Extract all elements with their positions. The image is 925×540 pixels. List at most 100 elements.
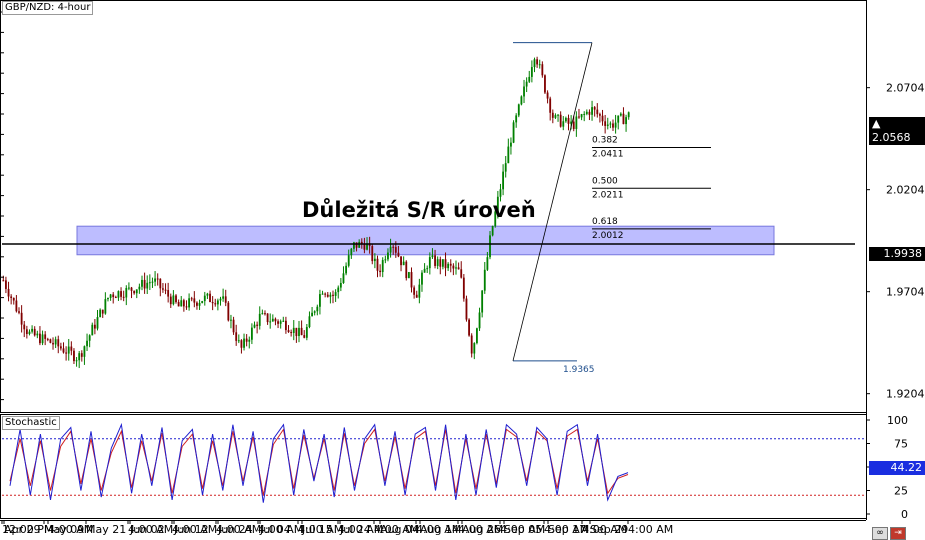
candle-body: [162, 288, 164, 290]
candle-body: [12, 297, 15, 301]
candle-body: [182, 300, 185, 307]
time-tick-label: Jul 04: [259, 523, 291, 535]
candle-body: [384, 259, 387, 261]
candle-body: [46, 338, 49, 340]
time-tick-label: Aug 26: [462, 523, 501, 535]
candle-body: [227, 302, 230, 321]
candle-body: [622, 113, 625, 125]
candle-body: [554, 115, 557, 118]
candle-body: [232, 319, 235, 333]
candle-body: [80, 353, 83, 357]
candle-body: [507, 146, 510, 164]
chart-title: GBP/NZD: 4-hour: [2, 1, 94, 15]
candle-body: [62, 348, 65, 353]
candle-body: [489, 235, 491, 258]
candle-body: [59, 346, 62, 349]
candle-body: [342, 273, 345, 283]
stoch-panel-frame: [0, 414, 867, 519]
candle-body: [326, 294, 329, 297]
candle-body: [572, 121, 575, 129]
candle-body: [612, 123, 614, 128]
candle-body: [528, 76, 531, 82]
candle-body: [130, 287, 133, 291]
candle-body: [287, 330, 290, 333]
candle-body: [319, 294, 321, 307]
candle-body: [282, 320, 285, 322]
candle-body: [324, 293, 327, 295]
candle-body: [313, 311, 316, 313]
candle-body: [258, 313, 261, 326]
candle-body: [609, 123, 612, 125]
candle-body: [515, 115, 518, 123]
candle-body: [418, 284, 421, 298]
time-tick-label: Sep 29: [590, 523, 628, 535]
candle-body: [148, 282, 151, 284]
chart-scroll-icon[interactable]: ∞: [872, 527, 888, 540]
candle-body: [277, 321, 279, 324]
candle-body: [201, 301, 204, 303]
candle-body: [65, 352, 68, 354]
candle-body: [18, 311, 20, 313]
candle-body: [462, 277, 465, 299]
candle-body: [468, 319, 470, 336]
candle-body: [279, 321, 282, 324]
candle-body: [245, 338, 248, 342]
candle-body: [261, 313, 264, 315]
candle-body: [193, 298, 196, 303]
candle-body: [544, 75, 546, 93]
candle-body: [580, 114, 583, 118]
candle-body: [41, 334, 44, 344]
candle-body: [156, 278, 159, 280]
candle-body: [57, 339, 60, 347]
candle-body: [219, 298, 222, 301]
candle-body: [146, 282, 149, 289]
chart-close-icon[interactable]: ⇥: [890, 527, 906, 540]
candle-body: [222, 296, 225, 299]
stoch-tick-label: 100: [887, 414, 908, 427]
candle-body: [91, 324, 94, 336]
fib-ratio-label: 0.500: [592, 176, 618, 186]
candle-body: [400, 256, 402, 266]
candle-body: [405, 261, 408, 279]
candle-body: [96, 317, 99, 329]
candle-body: [601, 115, 604, 122]
candle-body: [334, 292, 337, 296]
candle-body: [117, 291, 120, 298]
candle-body: [169, 296, 172, 305]
time-tick-label: Apr 29: [4, 523, 41, 535]
candle-body: [308, 316, 311, 328]
candle-body: [23, 324, 26, 330]
candle-body: [413, 287, 416, 295]
candle-body: [159, 278, 162, 289]
candle-body: [517, 104, 520, 116]
time-tick-label: Sep 17: [548, 523, 586, 535]
time-tick-label: May 09: [44, 523, 84, 535]
candle-body: [321, 293, 324, 295]
candle-body: [347, 255, 350, 266]
candle-body: [70, 346, 73, 351]
candle-body: [49, 339, 52, 343]
candle-body: [444, 259, 447, 269]
stoch-value-badge: 44.22: [869, 461, 925, 475]
candle-body: [39, 333, 41, 344]
candle-body: [486, 257, 489, 270]
candle-body: [196, 302, 198, 306]
candle-body: [339, 282, 342, 288]
candle-body: [606, 124, 609, 126]
candle-body: [447, 263, 450, 269]
chart-canvas: 1.93650.3822.04110.5002.02110.6182.0012 …: [0, 0, 925, 535]
candle-body: [167, 290, 170, 297]
price-tick-label: 1.9204: [886, 388, 925, 401]
price-tick-label: 2.0704: [886, 82, 925, 95]
candle-body: [627, 112, 630, 118]
fib-ratio-label: 0.382: [592, 135, 618, 145]
candle-body: [86, 340, 88, 347]
time-tick-label: Jun 24: [217, 523, 253, 535]
fib-value-label: 2.0211: [592, 190, 624, 200]
candle-body: [337, 287, 340, 293]
candle-body: [256, 324, 259, 326]
candle-body: [379, 270, 382, 273]
candle-body: [83, 346, 86, 357]
time-tick-label: Jun 02: [129, 523, 165, 535]
candle-body: [10, 296, 13, 298]
